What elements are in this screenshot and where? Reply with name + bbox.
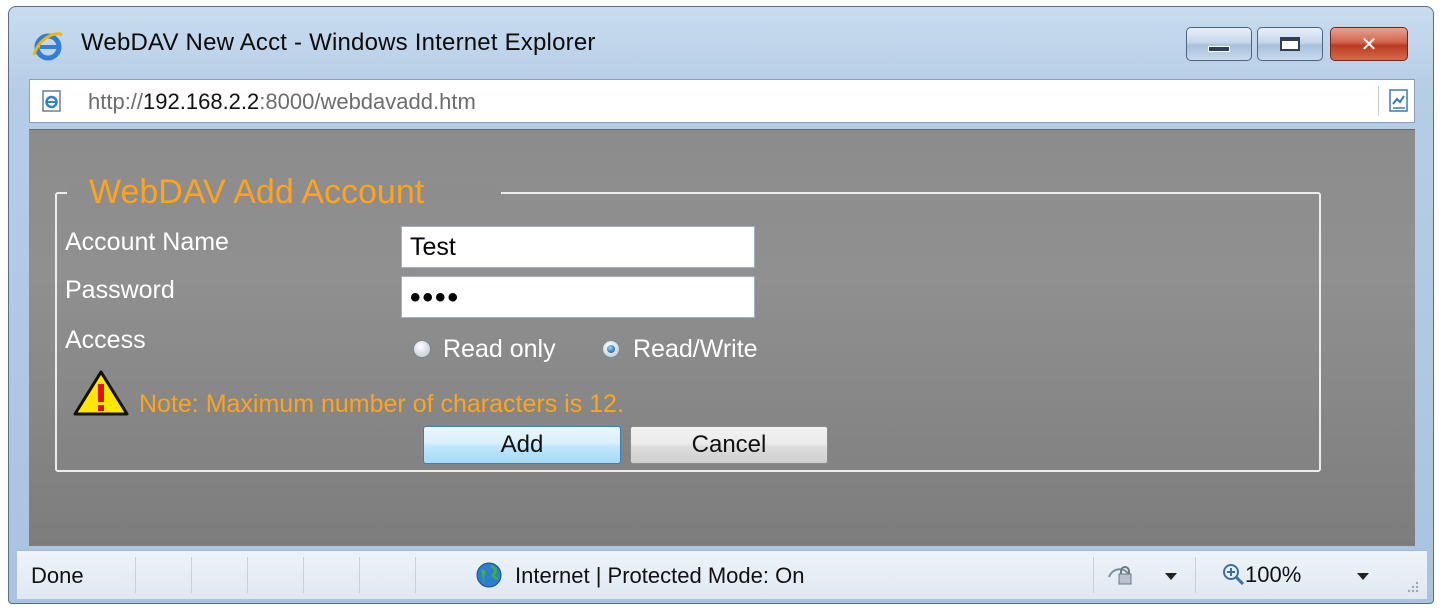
access-label: Access (65, 326, 146, 354)
maximize-icon (1280, 37, 1300, 51)
browser-window: WebDAV New Acct - Windows Internet Explo… (8, 6, 1434, 604)
security-dropdown-icon[interactable] (1165, 573, 1177, 580)
radio-read-write[interactable] (602, 340, 620, 358)
url-scheme: http:// (88, 89, 144, 114)
address-divider (1378, 86, 1379, 116)
close-button[interactable]: ✕ (1330, 27, 1408, 61)
status-divider (1093, 557, 1094, 593)
url-text[interactable]: http://192.168.2.2:8000/webdavadd.htm (88, 89, 476, 115)
zoom-dropdown-icon[interactable] (1357, 573, 1369, 580)
status-divider (415, 557, 416, 593)
window-title: WebDAV New Acct - Windows Internet Explo… (81, 29, 596, 56)
status-divider (135, 557, 136, 593)
account-name-label: Account Name (65, 228, 229, 256)
address-bar[interactable]: http://192.168.2.2:8000/webdavadd.htm (29, 79, 1415, 123)
compatibility-view-icon[interactable] (1387, 88, 1413, 114)
radio-read-write-label[interactable]: Read/Write (633, 335, 758, 364)
status-divider (1195, 557, 1196, 593)
minimize-icon (1208, 46, 1230, 52)
title-bar: WebDAV New Acct - Windows Internet Explo… (9, 7, 1433, 79)
status-divider (247, 557, 248, 593)
status-divider (359, 557, 360, 593)
warning-icon (73, 370, 129, 416)
url-path: :8000/webdavadd.htm (259, 89, 476, 114)
maximize-button[interactable] (1257, 27, 1323, 61)
radio-read-only-label[interactable]: Read only (443, 335, 556, 364)
status-divider (191, 557, 192, 593)
password-label: Password (65, 276, 175, 304)
zoom-icon[interactable] (1222, 563, 1246, 587)
security-zone-text[interactable]: Internet | Protected Mode: On (515, 563, 804, 589)
page-content: WebDAV Add Account Account Name Test Pas… (29, 129, 1415, 546)
status-bar: Done Internet | Protected Mode: On 100% (17, 550, 1427, 599)
note-text: Note: Maximum number of characters is 12… (139, 390, 624, 418)
status-text: Done (31, 563, 84, 588)
add-button[interactable]: Add (423, 426, 621, 464)
globe-icon (476, 562, 502, 588)
cancel-button[interactable]: Cancel (630, 426, 828, 464)
ie-logo-icon (32, 32, 63, 61)
close-icon: ✕ (1360, 32, 1378, 56)
form-legend: WebDAV Add Account (89, 173, 425, 211)
password-input[interactable]: •••• (401, 276, 755, 318)
url-host: 192.168.2.2 (143, 89, 260, 114)
zoom-level[interactable]: 100% (1245, 562, 1301, 588)
status-divider (303, 557, 304, 593)
security-icon[interactable] (1107, 563, 1135, 587)
radio-read-only[interactable] (413, 340, 431, 358)
account-name-input[interactable]: Test (401, 226, 755, 268)
minimize-button[interactable] (1186, 27, 1252, 61)
page-icon (42, 90, 61, 112)
resize-grip-icon[interactable] (1405, 579, 1419, 593)
